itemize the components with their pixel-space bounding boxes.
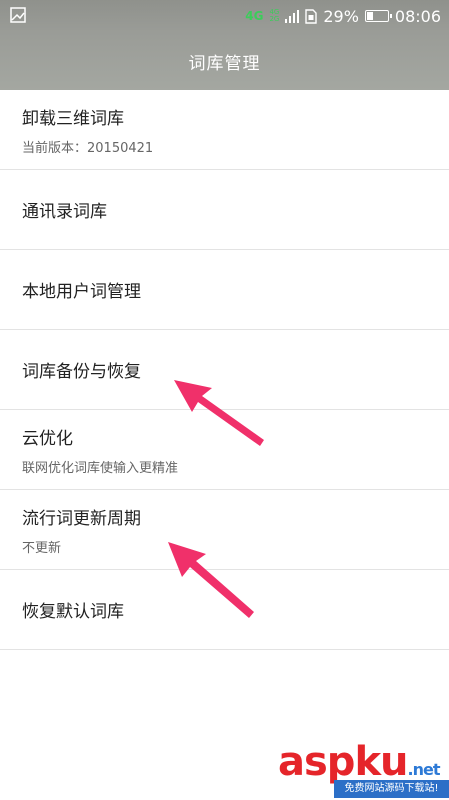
- item-label: 通讯录词库: [22, 202, 107, 222]
- list-item-uninstall-dictionary[interactable]: 卸载三维词库 当前版本：20150421: [0, 90, 449, 170]
- annotation-arrow-icon: [174, 380, 264, 446]
- signal-icon: [285, 9, 300, 23]
- battery-icon: [364, 10, 392, 22]
- list-item-contacts-dictionary[interactable]: 通讯录词库: [0, 170, 449, 250]
- page-title: 词库管理: [188, 53, 261, 74]
- network-type: 4G: [245, 9, 264, 23]
- status-bar: 4G 4G 2G 29% 08:06: [0, 0, 449, 32]
- item-label: 流行词更新周期: [22, 508, 141, 529]
- watermark-logo: aspku.net 免费网站源码下载站!: [278, 742, 449, 800]
- annotation-arrow-icon: [168, 542, 254, 618]
- item-subtitle: 联网优化词库使输入更精准: [22, 460, 179, 476]
- sim-card-icon: [305, 8, 318, 24]
- battery-percent: 29%: [323, 6, 359, 26]
- title-bar: 词库管理: [0, 32, 449, 90]
- list-item-local-user-words[interactable]: 本地用户词管理: [0, 250, 449, 330]
- item-label: 卸载三维词库: [22, 108, 124, 129]
- item-label: 本地用户词管理: [22, 282, 141, 302]
- network-indicator: 4G 2G: [269, 8, 280, 23]
- image-icon: [10, 7, 26, 23]
- item-subtitle: 当前版本：20150421: [22, 140, 154, 156]
- clock: 08:06: [394, 6, 441, 26]
